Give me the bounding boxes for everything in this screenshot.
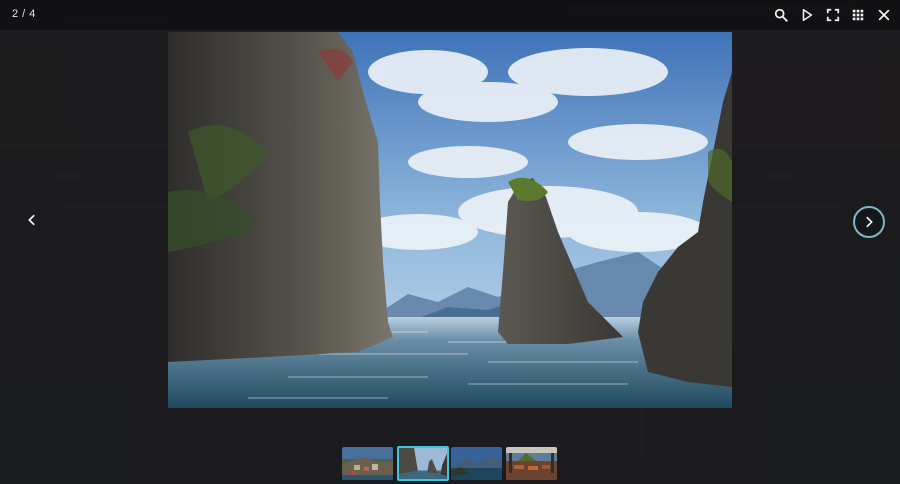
slideshow-button[interactable] [797, 5, 817, 25]
play-icon [802, 8, 813, 22]
chevron-left-icon [28, 214, 35, 226]
sea-rocks-thumbnail [399, 448, 447, 479]
grid-icon [852, 9, 864, 21]
thumbnail-3[interactable] [451, 447, 502, 480]
thumbnails-toggle-button[interactable] [848, 5, 868, 25]
close-icon [878, 9, 890, 21]
thumbnail-2[interactable] [397, 446, 449, 481]
slide-counter: 2 / 4 [12, 8, 36, 20]
close-button[interactable] [874, 5, 894, 25]
fullscreen-icon [826, 8, 840, 22]
coastal-village-thumbnail [342, 447, 393, 480]
previous-button[interactable] [18, 206, 46, 234]
sea-rocks-photo [168, 32, 732, 408]
next-button[interactable] [853, 206, 885, 238]
zoom-button[interactable] [771, 5, 791, 25]
lightbox-toolbar: 2 / 4 [0, 0, 900, 30]
restaurant-terrace-thumbnail [506, 447, 557, 480]
chevron-right-icon [866, 216, 873, 228]
search-icon [774, 8, 788, 22]
lightbox-image[interactable] [168, 32, 732, 408]
mountain-bay-thumbnail [451, 447, 502, 480]
fullscreen-button[interactable] [823, 5, 843, 25]
thumbnail-1[interactable] [342, 447, 393, 480]
thumbnail-4[interactable] [506, 447, 557, 480]
